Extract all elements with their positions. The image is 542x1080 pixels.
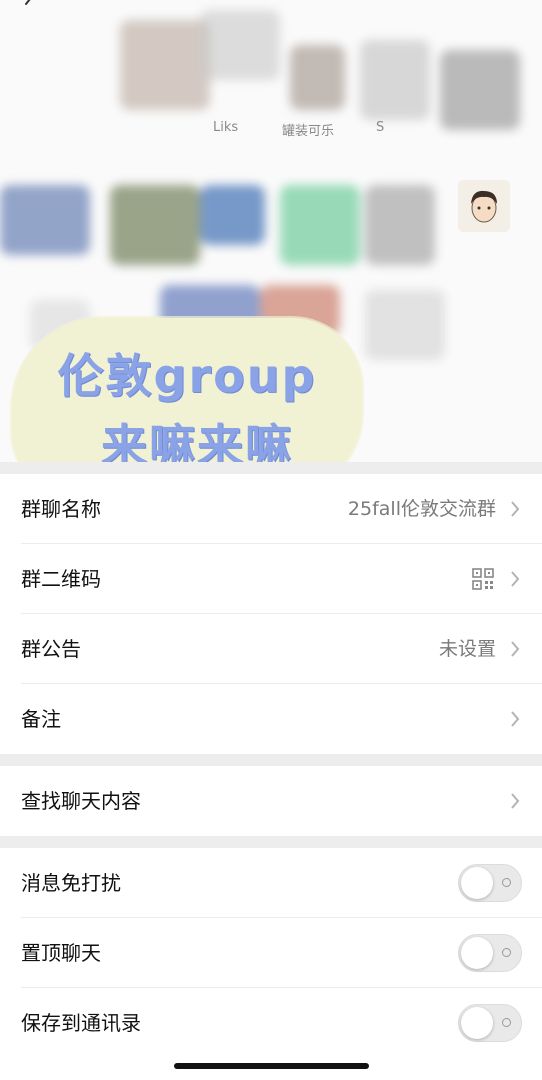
section-gap xyxy=(0,462,542,474)
toggle-knob xyxy=(461,867,493,899)
sticker-line-2: 来嘛来嘛 xyxy=(101,419,293,462)
mute-toggle[interactable] xyxy=(458,864,522,902)
home-indicator xyxy=(174,1063,369,1069)
chevron-right-icon xyxy=(511,501,520,517)
toggle-off-icon xyxy=(502,948,511,957)
toggle-off-icon xyxy=(502,878,511,887)
section-gap xyxy=(0,754,542,766)
decorative-sticker: 伦敦group 来嘛来嘛 xyxy=(12,318,362,462)
announcement-value: 未设置 xyxy=(438,638,496,660)
toggle-knob xyxy=(461,937,493,969)
toggle-knob xyxy=(461,1007,493,1039)
search-history-row[interactable]: 查找聊天内容 xyxy=(0,766,542,836)
group-name-row[interactable]: 群聊名称 25fall伦敦交流群 xyxy=(0,474,542,544)
member-name: 罐装可乐 xyxy=(282,124,335,139)
search-history-label: 查找聊天内容 xyxy=(21,789,141,813)
member-avatar[interactable] xyxy=(458,180,510,232)
save-contacts-label: 保存到通讯录 xyxy=(21,1011,141,1035)
announcement-label: 群公告 xyxy=(21,637,81,661)
group-name-value: 25fall伦敦交流群 xyxy=(347,498,496,520)
member-grid: Liks 罐装可乐 S 伦敦group 来嘛来嘛 xyxy=(0,0,542,462)
chevron-right-icon xyxy=(511,571,520,587)
remark-row[interactable]: 备注 xyxy=(0,684,542,754)
save-contacts-toggle[interactable] xyxy=(458,1004,522,1042)
mute-row: 消息免打扰 xyxy=(0,848,542,918)
pin-label: 置顶聊天 xyxy=(21,941,101,965)
remark-label: 备注 xyxy=(21,707,61,731)
qr-code-row[interactable]: 群二维码 xyxy=(0,544,542,614)
qr-code-label: 群二维码 xyxy=(21,567,101,591)
group-name-label: 群聊名称 xyxy=(21,497,101,521)
announcement-row[interactable]: 群公告 未设置 xyxy=(0,614,542,684)
sticker-line-1: 伦敦group xyxy=(57,349,317,403)
member-name: S xyxy=(376,120,385,135)
member-name: Liks xyxy=(213,120,239,135)
section-gap xyxy=(0,836,542,848)
mute-label: 消息免打扰 xyxy=(21,871,121,895)
qr-code-icon xyxy=(472,568,494,590)
pin-toggle[interactable] xyxy=(458,934,522,972)
pin-row: 置顶聊天 xyxy=(0,918,542,988)
back-chevron-icon[interactable] xyxy=(20,0,40,14)
save-contacts-row: 保存到通讯录 xyxy=(0,988,542,1058)
chevron-right-icon xyxy=(511,711,520,727)
chevron-right-icon xyxy=(511,641,520,657)
chevron-right-icon xyxy=(511,793,520,809)
toggle-off-icon xyxy=(502,1018,511,1027)
